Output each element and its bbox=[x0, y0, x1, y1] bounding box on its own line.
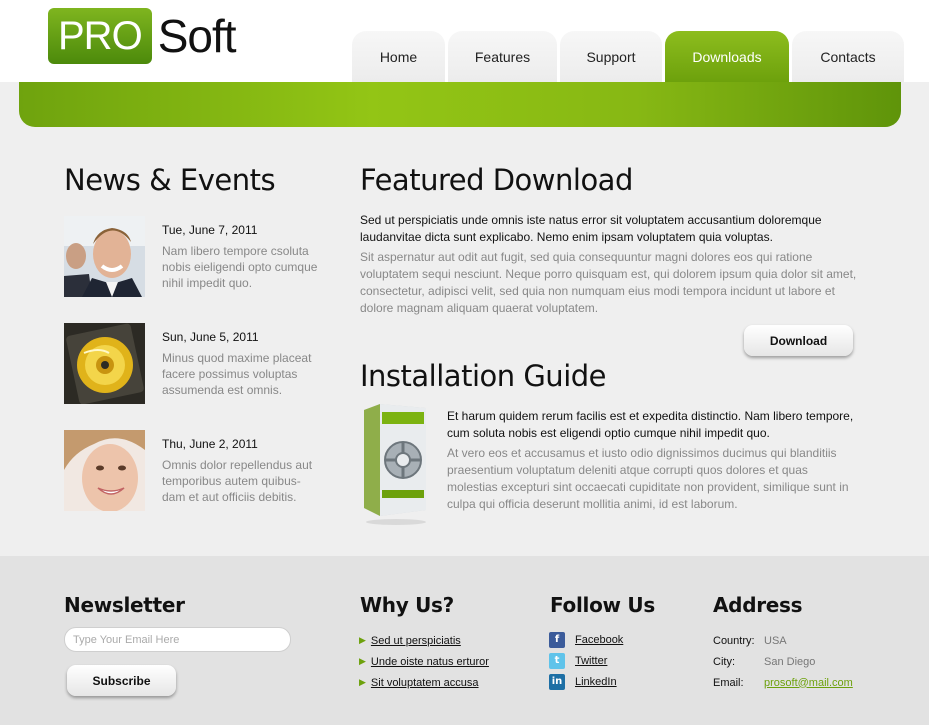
news-date: Thu, June 2, 2011 bbox=[162, 437, 258, 451]
bullet-icon: ▶ bbox=[359, 677, 366, 687]
follow-us-title: Follow Us bbox=[550, 593, 655, 617]
facebook-link[interactable]: Facebook bbox=[575, 634, 623, 646]
why-us-list: ▶ Sed ut perspiciatis ▶ Unde oiste natus e… bbox=[359, 630, 489, 693]
list-item: ▶ Sit voluptatem accusa bbox=[359, 672, 489, 693]
address-row: City: San Diego bbox=[713, 651, 853, 672]
address-key: Email: bbox=[713, 676, 744, 689]
address-row: Email: prosoft@mail.com bbox=[713, 672, 853, 693]
bullet-icon: ▶ bbox=[359, 656, 366, 666]
news-date: Tue, June 7, 2011 bbox=[162, 223, 258, 237]
linkedin-icon[interactable]: in bbox=[549, 673, 565, 690]
featured-body: Sit aspernatur aut odit aut fugit, sed q… bbox=[360, 250, 857, 315]
news-text: Omnis dolor repellendus aut temporibus a… bbox=[162, 458, 313, 504]
nav-home[interactable]: Home bbox=[352, 31, 445, 82]
logo-text: Soft bbox=[157, 10, 237, 62]
list-item: f Facebook bbox=[549, 629, 623, 650]
list-item: in LinkedIn bbox=[549, 671, 623, 692]
businessmen-photo[interactable] bbox=[64, 216, 145, 297]
why-us-link[interactable]: Sit voluptatem accusa bbox=[371, 677, 479, 689]
news-date: Sun, June 5, 2011 bbox=[162, 330, 259, 344]
guide-body: At vero eos et accusamus et iusto odio d… bbox=[447, 446, 849, 511]
follow-us-list: f Facebook t Twitter in LinkedIn bbox=[549, 629, 623, 692]
why-us-link[interactable]: Sed ut perspiciatis bbox=[371, 635, 461, 647]
address-value: USA bbox=[764, 634, 787, 647]
facebook-icon[interactable]: f bbox=[549, 631, 565, 648]
address-title: Address bbox=[713, 593, 803, 617]
twitter-link[interactable]: Twitter bbox=[575, 655, 607, 667]
twitter-icon[interactable]: t bbox=[549, 652, 565, 669]
news-item: Sun, June 5, 2011 Minus quod maxime plac… bbox=[64, 323, 334, 404]
linkedin-link[interactable]: LinkedIn bbox=[575, 676, 617, 688]
logo-box: PRO bbox=[48, 8, 152, 64]
why-us-title: Why Us? bbox=[360, 593, 454, 617]
guide-lead: Et harum quidem rerum facilis est et exp… bbox=[447, 409, 854, 440]
nav-features[interactable]: Features bbox=[448, 31, 557, 82]
address-key: Country: bbox=[713, 634, 755, 647]
why-us-link[interactable]: Unde oiste natus erturor bbox=[371, 656, 489, 668]
email-link[interactable]: prosoft@mail.com bbox=[764, 677, 853, 689]
list-item: ▶ Sed ut perspiciatis bbox=[359, 630, 489, 651]
list-item: t Twitter bbox=[549, 650, 623, 671]
news-text: Minus quod maxime placeat facere possimu… bbox=[162, 351, 312, 397]
smiling-woman-photo[interactable] bbox=[64, 430, 145, 511]
download-button[interactable]: Download bbox=[744, 325, 853, 356]
header-banner bbox=[19, 82, 901, 127]
featured-lead: Sed ut perspiciatis unde omnis iste natu… bbox=[360, 213, 822, 244]
guide-title: Installation Guide bbox=[360, 359, 607, 393]
nav-support[interactable]: Support bbox=[560, 31, 662, 82]
address-block: Country: USA City: San Diego Email: prosoft… bbox=[713, 630, 853, 693]
address-row: Country: USA bbox=[713, 630, 853, 651]
news-item: Tue, June 7, 2011 Nam libero tempore cso… bbox=[64, 216, 334, 297]
address-value: San Diego bbox=[764, 655, 816, 668]
newsletter-email-input[interactable] bbox=[64, 627, 291, 652]
nav-contacts[interactable]: Contacts bbox=[792, 31, 904, 82]
software-box-icon bbox=[360, 402, 430, 527]
main-nav: Home Features Support Downloads Contacts bbox=[352, 31, 907, 82]
news-item: Thu, June 2, 2011 Omnis dolor repellendu… bbox=[64, 430, 334, 511]
list-item: ▶ Unde oiste natus erturor bbox=[359, 651, 489, 672]
header: PRO Soft Home Features Support Downloads… bbox=[0, 0, 929, 82]
logo[interactable]: PRO Soft bbox=[48, 8, 237, 64]
nav-downloads[interactable]: Downloads bbox=[665, 31, 789, 82]
bullet-icon: ▶ bbox=[359, 635, 366, 645]
cd-disc-photo[interactable] bbox=[64, 323, 145, 404]
newsletter-title: Newsletter bbox=[64, 593, 185, 617]
news-title: News & Events bbox=[64, 163, 276, 197]
featured-title: Featured Download bbox=[360, 163, 633, 197]
subscribe-button[interactable]: Subscribe bbox=[67, 665, 176, 696]
news-text: Nam libero tempore csoluta nobis eielige… bbox=[162, 244, 318, 290]
address-key: City: bbox=[713, 655, 735, 668]
